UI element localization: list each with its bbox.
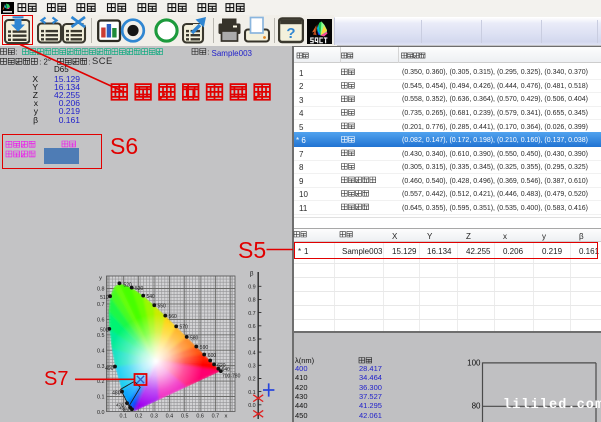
svg-text:560: 560 [169, 314, 178, 320]
svg-text:SCE: SCE [92, 55, 113, 66]
svg-text:0.4: 0.4 [166, 414, 174, 420]
svg-text:β: β [250, 271, 254, 278]
svg-text:0.6: 0.6 [248, 324, 256, 330]
svg-text:0.3: 0.3 [97, 364, 105, 370]
svg-text:0.0: 0.0 [97, 410, 105, 416]
svg-text:600: 600 [208, 353, 217, 359]
svg-text:520: 520 [124, 283, 133, 289]
svg-text:700-780: 700-780 [222, 374, 241, 380]
svg-text:2°: 2° [44, 57, 51, 66]
svg-text:470: 470 [116, 403, 124, 408]
svg-text:?: ? [286, 25, 295, 42]
svg-text:0.5: 0.5 [97, 333, 105, 339]
svg-text:0.0: 0.0 [248, 403, 256, 409]
svg-text:0.2: 0.2 [248, 377, 256, 383]
svg-text::: : [15, 48, 17, 57]
svg-text:510: 510 [100, 295, 109, 301]
svg-text:570: 570 [180, 325, 189, 331]
svg-text:0.5: 0.5 [248, 337, 256, 343]
svg-text:y: y [99, 276, 102, 282]
svg-text:0.6: 0.6 [97, 318, 105, 324]
svg-text:0.8: 0.8 [97, 287, 105, 293]
svg-text:0.3: 0.3 [248, 364, 256, 370]
svg-text:590: 590 [200, 345, 209, 351]
svg-text:530: 530 [135, 286, 144, 292]
svg-text:550: 550 [158, 304, 167, 310]
svg-text:0.6: 0.6 [196, 414, 204, 420]
svg-text:490: 490 [105, 366, 114, 372]
svg-text::: : [39, 57, 41, 66]
svg-text:0.1: 0.1 [120, 414, 128, 420]
svg-text:620: 620 [217, 363, 226, 369]
svg-text:0.4: 0.4 [97, 348, 105, 354]
svg-text:640: 640 [222, 367, 231, 373]
svg-text:0.5: 0.5 [181, 414, 189, 420]
svg-text:580: 580 [190, 335, 199, 341]
svg-text:0.8: 0.8 [248, 298, 256, 304]
svg-text:0.7: 0.7 [97, 302, 105, 308]
svg-text:500: 500 [100, 328, 109, 334]
svg-text::: : [88, 57, 90, 66]
svg-text:x: x [225, 414, 228, 420]
svg-text:400: 400 [123, 408, 131, 413]
svg-text:540: 540 [147, 294, 156, 300]
svg-text:0.7: 0.7 [248, 311, 256, 317]
svg-text:0.2: 0.2 [97, 379, 105, 385]
svg-text:0.1: 0.1 [248, 390, 256, 396]
svg-text:0.2: 0.2 [135, 414, 143, 420]
svg-text:0.7: 0.7 [212, 414, 220, 420]
svg-text:0.4: 0.4 [248, 350, 256, 356]
svg-text:450: 450 [119, 406, 127, 411]
svg-text:0.1: 0.1 [97, 395, 105, 401]
svg-text:0.9: 0.9 [248, 285, 256, 291]
svg-text::: : [207, 48, 209, 57]
svg-text:480: 480 [112, 391, 121, 397]
svg-text:0.3: 0.3 [150, 414, 158, 420]
